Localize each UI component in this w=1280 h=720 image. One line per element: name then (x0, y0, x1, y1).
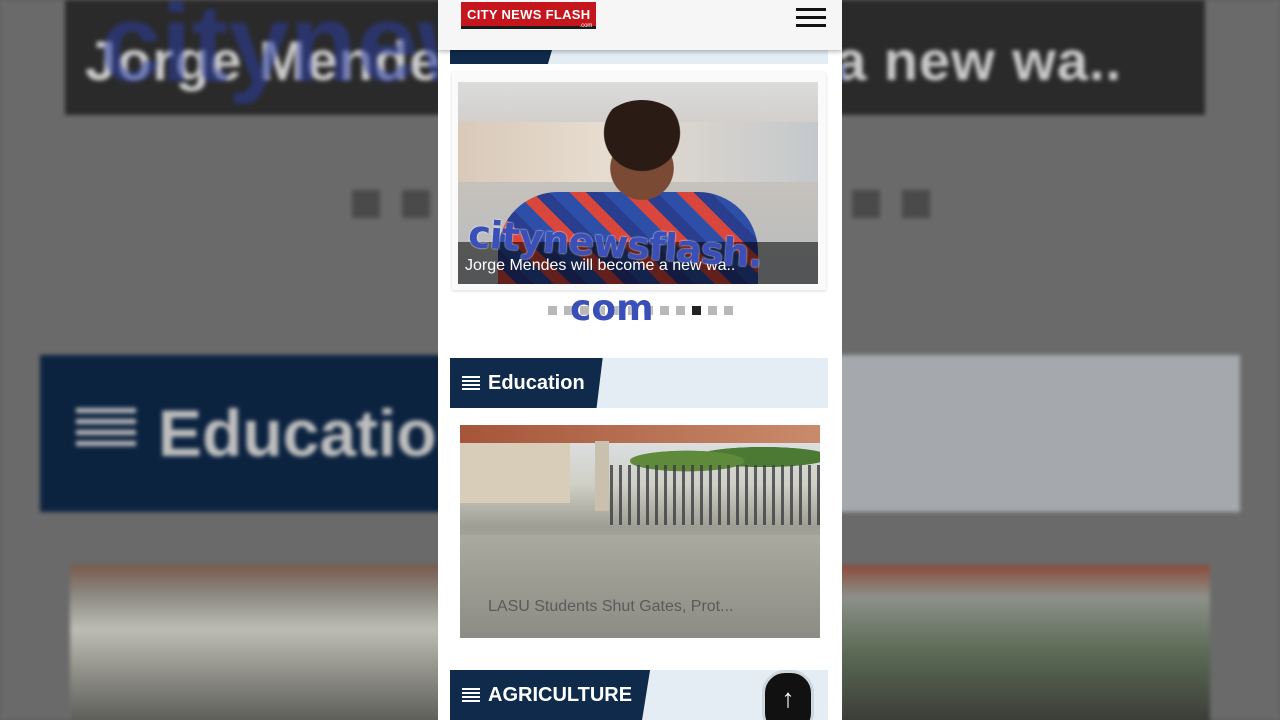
top-navbar: CITY NEWS FLASH .com (438, 0, 842, 50)
photo-building (460, 443, 570, 503)
slider-dot[interactable] (644, 306, 653, 315)
slide-caption[interactable]: Jorge Mendes will become a new wa.. (465, 257, 735, 275)
bg-list-lines-icon (76, 408, 136, 452)
photo-pillar (595, 441, 609, 511)
bg-dots-right (852, 190, 930, 218)
slider-dot-active[interactable] (692, 306, 701, 315)
section-tab-agriculture[interactable]: AGRICULTURE (450, 670, 651, 720)
previous-section-header (450, 50, 828, 64)
bg-photo-left (70, 565, 450, 720)
slider-dots (548, 306, 733, 315)
article-caption[interactable]: LASU Students Shut Gates, Prot... (488, 598, 733, 616)
article-card-education[interactable]: LASU Students Shut Gates, Prot... (460, 425, 820, 638)
video-frame: Jorge Mendes will become a new wa.. city… (0, 0, 1280, 720)
slider-dot[interactable] (708, 306, 717, 315)
site-logo[interactable]: CITY NEWS FLASH .com (461, 2, 597, 29)
list-lines-icon (462, 686, 480, 704)
slider-dot[interactable] (628, 306, 637, 315)
previous-section-tab (450, 50, 552, 64)
section-title: Education (488, 371, 585, 394)
mobile-viewport: CITY NEWS FLASH .com Jorge Mendes will b… (438, 0, 842, 720)
slider-dot[interactable] (612, 306, 621, 315)
bg-section-title: Education (158, 396, 478, 470)
photo-ground (460, 535, 820, 638)
bg-dots-left (352, 190, 430, 218)
bg-photo-right (840, 565, 1210, 720)
slider-dot[interactable] (724, 306, 733, 315)
slider-dot[interactable] (660, 306, 669, 315)
logo-sub: .com (579, 23, 593, 29)
slider-dot[interactable] (580, 306, 589, 315)
photo-fence (610, 465, 820, 525)
slider-dot[interactable] (676, 306, 685, 315)
player-head (588, 100, 696, 210)
hamburger-icon[interactable] (796, 5, 826, 29)
section-title: AGRICULTURE (488, 683, 633, 706)
list-lines-icon (462, 374, 480, 392)
slider-dot[interactable] (564, 306, 573, 315)
slider-dot[interactable] (596, 306, 605, 315)
scroll-to-top-button[interactable]: ↑ (762, 670, 814, 720)
slider-dot[interactable] (548, 306, 557, 315)
section-header-education[interactable]: Education (450, 358, 828, 408)
logo-text: CITY NEWS FLASH (467, 6, 591, 22)
section-tab-education[interactable]: Education (450, 358, 603, 408)
arrow-up-icon: ↑ (781, 683, 795, 713)
slide-image[interactable]: Jorge Mendes will become a new wa.. (458, 82, 818, 284)
news-slider[interactable]: Jorge Mendes will become a new wa.. (452, 72, 826, 290)
